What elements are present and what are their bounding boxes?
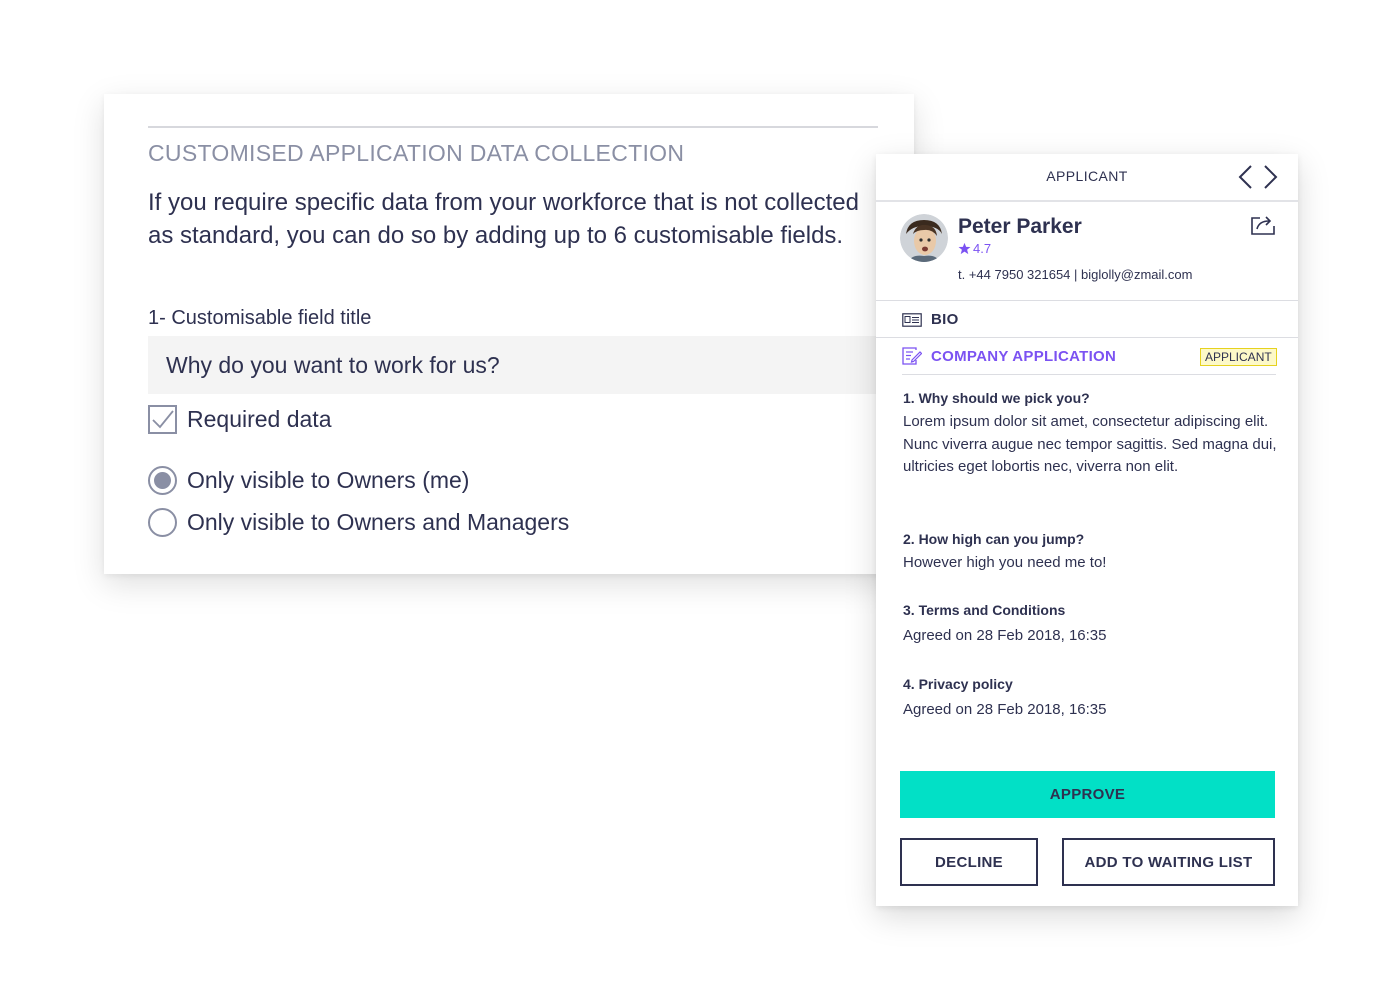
question-answer: However high you need me to! [903,554,1107,571]
section-heading: CUSTOMISED APPLICATION DATA COLLECTION [148,140,685,166]
required-data-checkbox[interactable] [148,405,177,434]
visibility-owners-label: Only visible to Owners (me) [187,467,470,493]
visibility-owners-managers-radio[interactable] [148,508,177,537]
avatar-illustration [900,214,948,262]
question-title: 2. How high can you jump? [903,531,1085,547]
question-block: 2. How high can you jump? However high y… [903,529,1278,575]
visibility-owners-option[interactable]: Only visible to Owners (me) [148,466,469,495]
chevron-left-icon[interactable] [1236,164,1256,190]
question-block: 3. Terms and Conditions Agreed on 28 Feb… [903,600,1278,648]
intro-text: If you require specific data from your w… [148,189,859,249]
share-icon[interactable] [1250,213,1276,237]
applicant-panel: APPLICANT Peter Parker 4.7 t. +44 7950 3… [876,154,1298,906]
required-data-checkbox-row[interactable]: Required data [148,405,332,434]
applicant-rating: 4.7 [958,241,991,256]
company-application-toggle[interactable]: COMPANY APPLICATION [902,347,1116,365]
field-title-label: 1- Customisable field title [148,307,372,329]
radio-selected-dot [154,472,171,489]
applicant-name: Peter Parker [958,215,1082,238]
divider [876,337,1298,338]
question-answer: Agreed on 28 Feb 2018, 16:35 [903,627,1107,644]
divider [148,126,878,128]
panel-header: APPLICANT [876,154,1298,202]
visibility-owners-managers-label: Only visible to Owners and Managers [187,509,570,535]
checkmark-icon [151,409,174,428]
question-title: 3. Terms and Conditions [903,602,1066,618]
question-answer: Agreed on 28 Feb 2018, 16:35 [903,701,1107,718]
chevron-right-icon[interactable] [1260,164,1280,190]
bio-label: BIO [931,311,959,328]
required-data-label: Required data [187,406,332,432]
panel-title: APPLICANT [1046,168,1128,184]
approve-button[interactable]: APPROVE [900,771,1275,818]
company-application-label: COMPANY APPLICATION [931,347,1117,365]
applicant-contact: t. +44 7950 321654 | biglolly@zmail.com [958,267,1193,282]
edit-form-icon [902,347,922,365]
divider [902,374,1276,375]
visibility-owners-managers-option[interactable]: Only visible to Owners and Managers [148,508,569,537]
id-card-icon [902,312,922,327]
divider [876,300,1298,301]
star-icon [958,242,971,255]
rating-value: 4.7 [973,241,992,256]
visibility-owners-radio[interactable] [148,466,177,495]
question-title: 1. Why should we pick you? [903,390,1090,406]
add-to-waiting-list-button[interactable]: ADD TO WAITING LIST [1062,838,1275,886]
decline-button[interactable]: DECLINE [900,838,1038,886]
question-answer: Lorem ipsum dolor sit amet, consectetur … [903,413,1277,475]
question-title: 4. Privacy policy [903,676,1013,692]
field-title-input[interactable]: Why do you want to work for us? [148,336,878,394]
bio-section-toggle[interactable]: BIO [902,311,959,328]
avatar [900,214,948,262]
question-block: 1. Why should we pick you? Lorem ipsum d… [903,388,1278,479]
question-block: 4. Privacy policy Agreed on 28 Feb 2018,… [903,674,1278,722]
status-badge: APPLICANT [1200,348,1277,366]
custom-data-card: CUSTOMISED APPLICATION DATA COLLECTION I… [104,94,914,574]
